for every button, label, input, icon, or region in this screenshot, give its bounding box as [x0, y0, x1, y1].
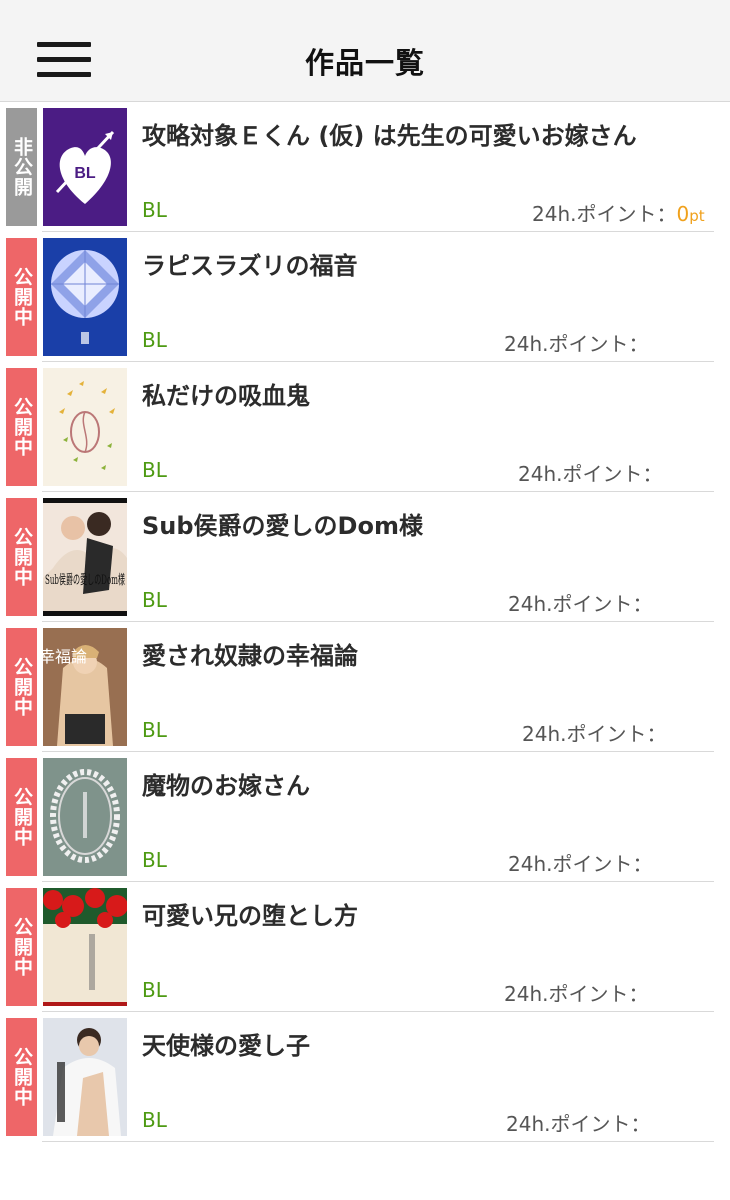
work-row[interactable]: 公開中 可愛い兄の堕とし方 BL 24h.ポイント：	[0, 882, 730, 1012]
illustration-cover-image[interactable]: Sub侯爵の愛しのDom様	[43, 498, 127, 616]
status-badge: 公開中	[6, 758, 37, 876]
genre-label: BL	[142, 978, 167, 1002]
points-display: 24h.ポイント：	[508, 592, 653, 616]
work-row[interactable]: 公開中 私だけの吸血鬼 BL 24h.ポイント：	[0, 362, 730, 492]
genre-label: BL	[142, 1108, 167, 1132]
work-title[interactable]: 魔物のお嫁さん	[142, 766, 718, 801]
points-display: 24h.ポイント：	[506, 1112, 651, 1136]
status-badge: 公開中	[6, 368, 37, 486]
work-row[interactable]: 公開中 ラピスラズリの福音 BL 24h.ポイント：	[0, 232, 730, 362]
work-row[interactable]: 公開中 幸福論 愛され奴隷の幸福論 BL 24h.ポイント：	[0, 622, 730, 752]
work-title[interactable]: Sub侯爵の愛しのDom様	[142, 506, 718, 541]
works-list: 非公開 BL 攻略対象Ｅくん (仮) は先生の可愛いお嫁さん BL 24h.ポイ…	[0, 102, 730, 1142]
cover-title-text: Sub侯爵の愛しのDom様	[45, 573, 125, 588]
work-title[interactable]: 愛され奴隷の幸福論	[142, 636, 718, 671]
points-display: 24h.ポイント：0pt	[532, 198, 705, 227]
camellia-cover-image[interactable]	[43, 888, 127, 1006]
points-display: 24h.ポイント：	[504, 982, 649, 1006]
points-value: 0	[676, 202, 690, 226]
cover-bl-text: BL	[74, 165, 96, 182]
points-display: 24h.ポイント：	[522, 722, 667, 746]
work-title[interactable]: 私だけの吸血鬼	[142, 376, 718, 411]
points-display: 24h.ポイント：	[518, 462, 663, 486]
genre-label: BL	[142, 198, 167, 222]
diamond-cover-image[interactable]	[43, 238, 127, 356]
work-title[interactable]: 可愛い兄の堕とし方	[142, 896, 718, 931]
work-row[interactable]: 非公開 BL 攻略対象Ｅくん (仮) は先生の可愛いお嫁さん BL 24h.ポイ…	[0, 102, 730, 232]
status-badge: 非公開	[6, 108, 37, 226]
genre-label: BL	[142, 588, 167, 612]
app-header: 作品一覧	[0, 0, 730, 102]
bl-heart-cover-image[interactable]: BL	[43, 108, 127, 226]
floral-wreath-cover-image[interactable]	[43, 758, 127, 876]
points-display: 24h.ポイント：	[508, 852, 653, 876]
work-row[interactable]: 公開中 Sub侯爵の愛しのDom様 Sub侯爵の愛しのDom様 BL 24h.ポ…	[0, 492, 730, 622]
status-badge: 公開中	[6, 498, 37, 616]
points-unit: pt	[689, 207, 705, 225]
cover-title-text: 幸福論	[43, 647, 87, 666]
work-row[interactable]: 公開中 天使様の愛し子 BL 24h.ポイント：	[0, 1012, 730, 1142]
status-badge: 公開中	[6, 238, 37, 356]
points-display: 24h.ポイント：	[504, 332, 649, 356]
work-title[interactable]: ラピスラズリの福音	[142, 246, 718, 281]
work-title[interactable]: 天使様の愛し子	[142, 1026, 718, 1061]
genre-label: BL	[142, 328, 167, 352]
illustration-cover-image[interactable]	[43, 1018, 127, 1136]
genre-label: BL	[142, 458, 167, 482]
genre-label: BL	[142, 848, 167, 872]
points-label: 24h.ポイント：	[532, 202, 677, 226]
work-row[interactable]: 公開中 魔物のお嫁さん BL 24h.ポイント：	[0, 752, 730, 882]
genre-label: BL	[142, 718, 167, 742]
page-title: 作品一覧	[304, 46, 425, 80]
illustration-cover-image[interactable]: 幸福論	[43, 628, 127, 746]
status-badge: 公開中	[6, 628, 37, 746]
work-title[interactable]: 攻略対象Ｅくん (仮) は先生の可愛いお嫁さん	[142, 116, 718, 151]
butterfly-cover-image[interactable]	[43, 368, 127, 486]
status-badge: 公開中	[6, 888, 37, 1006]
status-badge: 公開中	[6, 1018, 37, 1136]
